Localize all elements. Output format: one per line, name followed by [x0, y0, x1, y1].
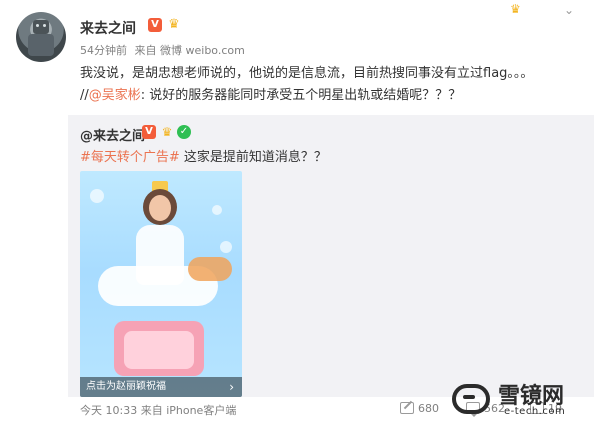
repost-icon	[400, 402, 414, 414]
hashtag-link[interactable]: #每天转个广告#	[80, 150, 180, 165]
image-caption-tail: 祝福	[146, 381, 166, 392]
retweet-user[interactable]: @来去之间	[80, 125, 145, 144]
retweet-text: #每天转个广告# 这家是提前知道消息？？	[80, 148, 327, 168]
post-text-suffix: : 说好的服务器能同时承受五个明星出轨或结婚呢？？？	[140, 88, 462, 103]
vip-icon: ♛	[168, 17, 180, 32]
post-meta: 54分钟前 来自 微博 weibo.com	[80, 42, 249, 58]
avatar[interactable]	[16, 12, 66, 62]
post-text-line-1: 我没说，是胡忠想老师说的，他说的是信息流，目前热搜同事没有立过flag。。。	[80, 66, 534, 81]
repost-action[interactable]: 680	[400, 402, 439, 418]
chevron-down-icon[interactable]: ⌄	[564, 4, 580, 16]
image-bubble	[220, 241, 232, 253]
repost-count: 680	[418, 402, 439, 415]
image-bubble	[90, 189, 104, 203]
post-text-line-2: //@吴家彬: 说好的服务器能同时承受五个明星出轨或结婚呢？？？	[80, 86, 590, 106]
post-text-prefix: //	[80, 88, 89, 103]
top-right-actions: ♛ ⌄	[500, 0, 580, 22]
image-person-face	[149, 195, 171, 221]
post-source[interactable]: 来自 微博 weibo.com	[135, 44, 245, 57]
avatar-figure-eye-right	[43, 24, 46, 27]
avatar-figure-head	[33, 20, 49, 34]
image-bubble	[212, 205, 222, 215]
retweet-verified-badge: V	[142, 125, 156, 139]
avatar-figure-eye-left	[36, 24, 39, 27]
chevron-right-icon: ›	[229, 380, 234, 394]
post-time[interactable]: 54分钟前	[80, 44, 127, 57]
retweet-image[interactable]: 点击为赵丽颖祝福 ›	[80, 171, 242, 397]
vip-icon: ♛	[161, 125, 173, 139]
post-author-name[interactable]: 来去之间	[80, 18, 136, 38]
image-horse-mane	[188, 257, 232, 281]
mention-link[interactable]: @吴家彬	[89, 88, 141, 103]
check-icon: ✓	[177, 125, 191, 139]
avatar-figure-body	[28, 34, 54, 56]
watermark: 雪镜网 e-tech.com	[452, 378, 592, 422]
retweet-text-body: 这家是提前知道消息？？	[179, 150, 327, 165]
verified-badge: V	[148, 18, 162, 32]
post-footer-meta[interactable]: 今天 10:33 来自 iPhone客户端	[80, 402, 236, 418]
image-cake-top	[124, 331, 194, 369]
image-caption-bar[interactable]: 点击为赵丽颖祝福 ›	[80, 377, 242, 397]
weibo-post-card: ♛ ⌄ 来去之间 V ♛ 54分钟前 来自 微博 weibo.com 我没说，是…	[0, 0, 600, 428]
watermark-sub: e-tech.com	[504, 406, 566, 417]
retweet-container: @来去之间 V ♛ ✓ #每天转个广告# 这家是提前知道消息？？ 点击为赵丽颖祝…	[68, 115, 594, 397]
crown-icon: ♛	[510, 2, 521, 16]
image-caption: 点击为赵丽颖	[86, 381, 146, 392]
watermark-logo	[452, 384, 490, 414]
